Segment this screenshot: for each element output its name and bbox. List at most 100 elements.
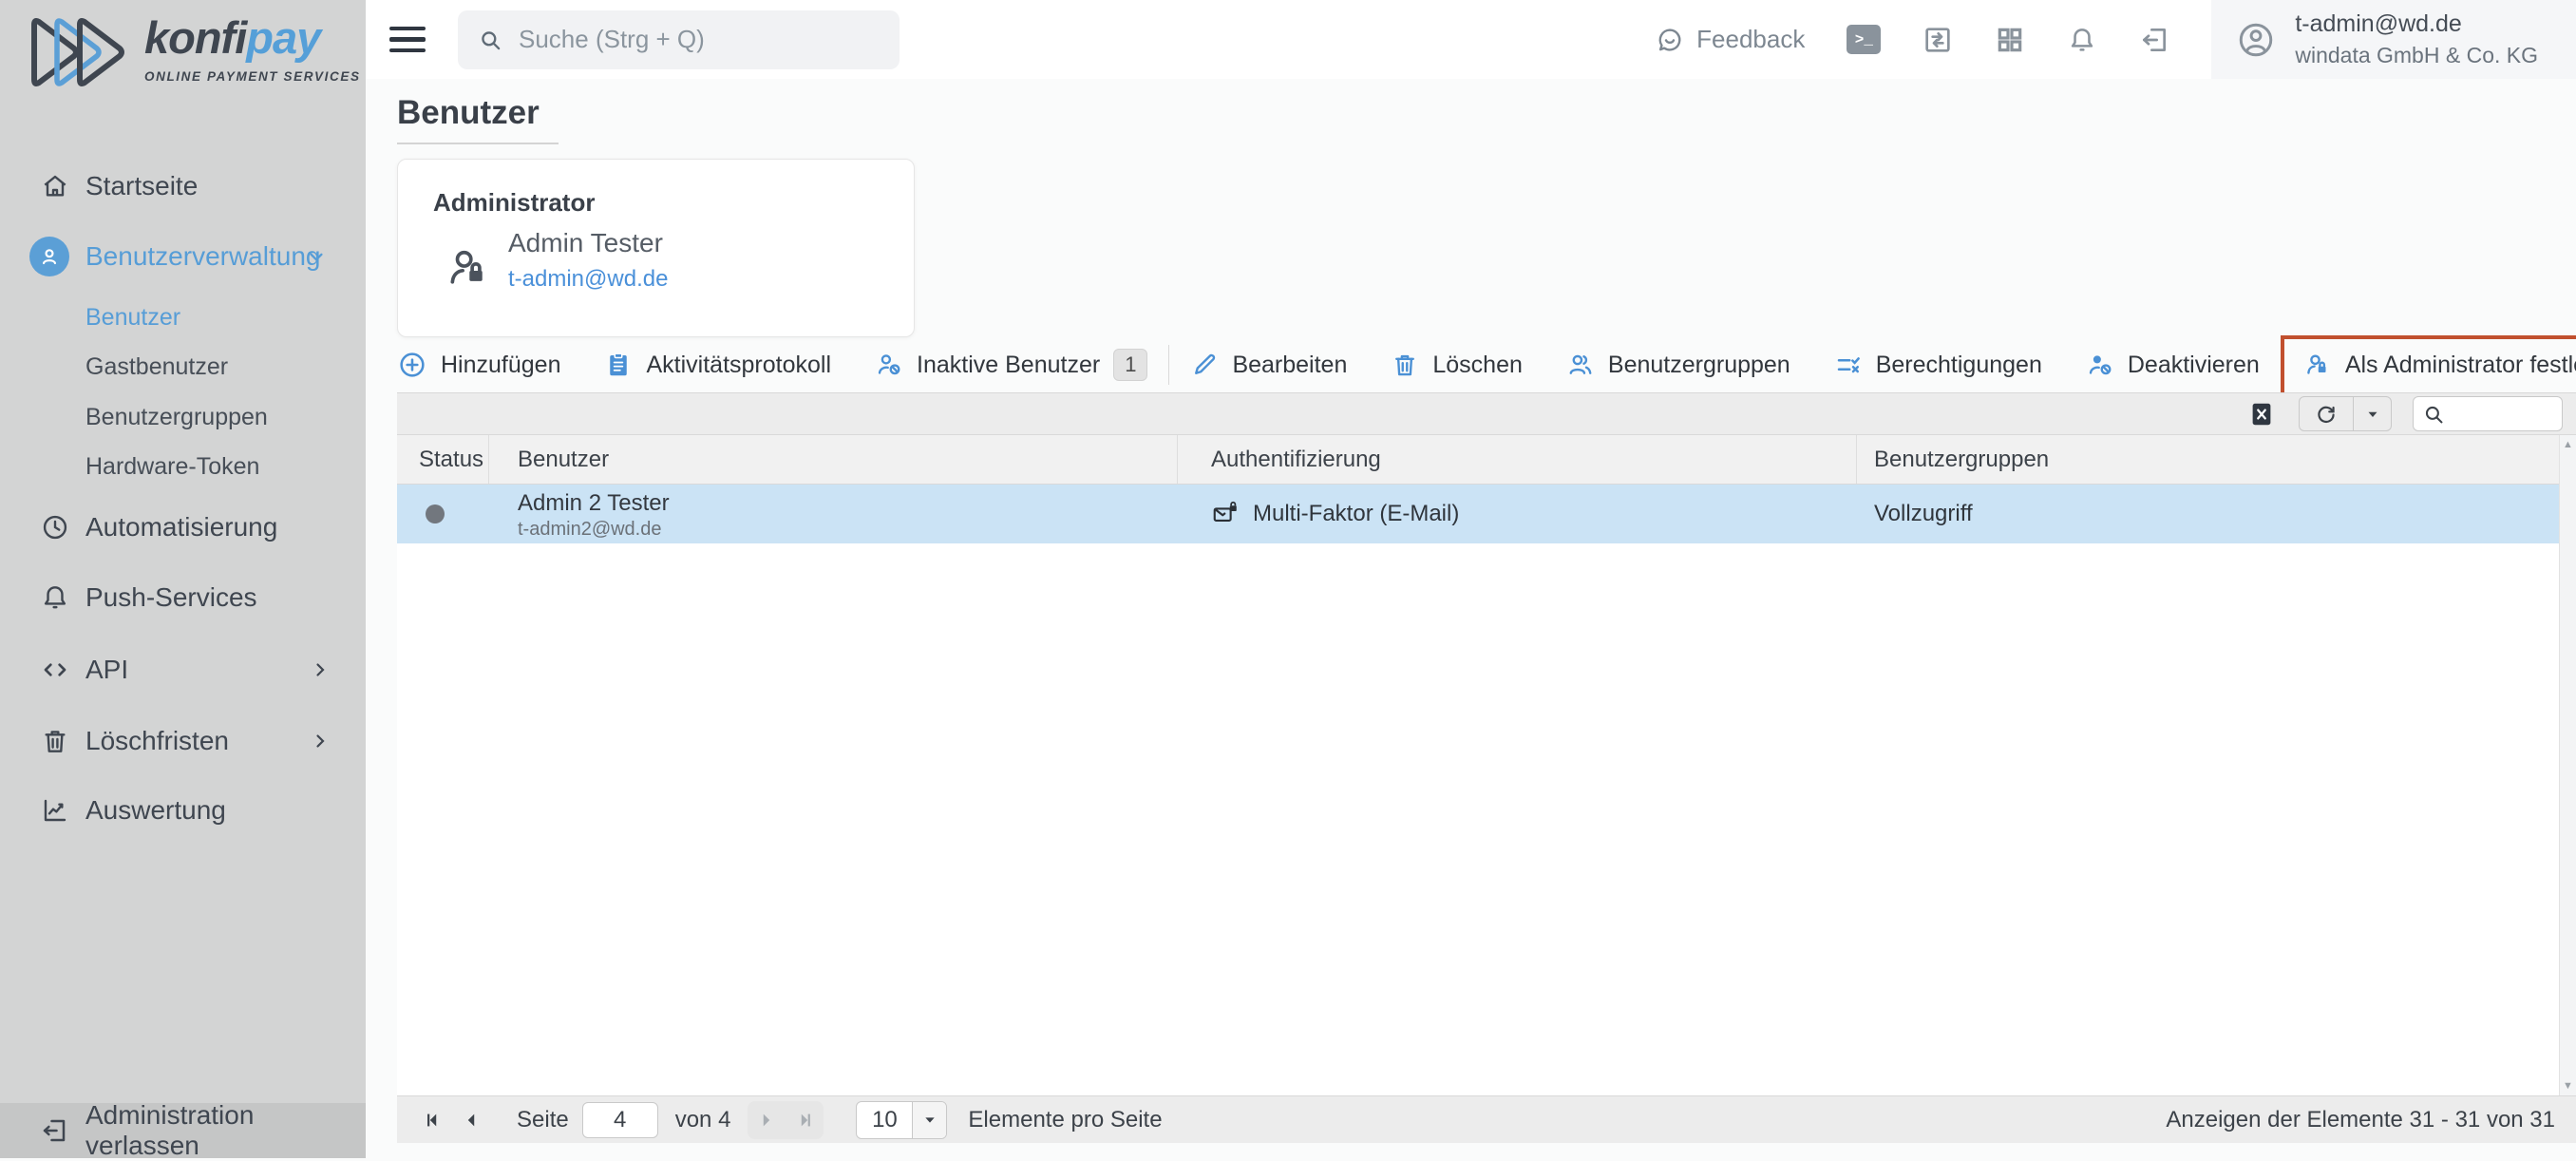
main-content: Benutzer Administrator Admin Tester t-ad… xyxy=(366,79,2576,1158)
global-search-input[interactable] xyxy=(519,25,861,54)
brand-tagline: ONLINE PAYMENT SERVICES xyxy=(144,69,361,84)
user-management-icon xyxy=(29,237,69,276)
code-icon xyxy=(40,655,70,685)
sidebar-item-auswertung[interactable]: Auswertung xyxy=(0,784,366,837)
person-lock-icon xyxy=(444,243,493,293)
user-account-menu[interactable]: t-admin@wd.de windata GmbH & Co. KG xyxy=(2211,0,2576,79)
leave-administration-button[interactable]: Administration verlassen xyxy=(0,1103,366,1158)
brand-logo[interactable]: konfipay ONLINE PAYMENT SERVICES xyxy=(25,11,361,93)
sidebar-item-automatisierung[interactable]: Automatisierung xyxy=(0,501,366,554)
excel-export-icon[interactable] xyxy=(2247,400,2276,428)
window-transfer-icon[interactable] xyxy=(1923,25,1953,55)
set-as-administrator-button[interactable]: Als Administrator festlegen xyxy=(2303,351,2576,379)
refresh-button[interactable] xyxy=(2300,397,2353,430)
next-page-button-disabled[interactable] xyxy=(748,1101,786,1139)
chevron-right-icon xyxy=(309,658,331,681)
page-title: Benutzer xyxy=(397,94,540,132)
page-label: Seite xyxy=(517,1107,569,1133)
sidebar-item-api[interactable]: API xyxy=(0,643,366,696)
refresh-options-dropdown[interactable] xyxy=(2353,397,2391,430)
grid-toolbar xyxy=(397,392,2576,435)
topbar: Feedback >_ xyxy=(366,0,2576,79)
clock-icon xyxy=(40,512,70,542)
search-icon xyxy=(477,27,503,53)
last-page-button-disabled[interactable] xyxy=(786,1101,824,1139)
scroll-up-icon[interactable]: ▲ xyxy=(2563,439,2573,450)
chevron-right-icon xyxy=(309,730,331,752)
edit-button[interactable]: Bearbeiten xyxy=(1190,351,1347,379)
users-grid: Status Benutzer Authentifizierung Benutz… xyxy=(397,392,2576,1143)
notifications-bell-icon[interactable] xyxy=(2067,25,2097,55)
table-row-selected[interactable]: Admin 2 Tester t-admin2@wd.de Multi-Fakt… xyxy=(397,485,2559,543)
logout-icon[interactable] xyxy=(2139,25,2169,55)
sidebar-item-benutzer[interactable]: Benutzer xyxy=(0,297,366,337)
sidebar-item-startseite[interactable]: Startseite xyxy=(0,160,366,213)
apps-grid-icon[interactable] xyxy=(1995,25,2025,55)
administrator-name: Admin Tester xyxy=(508,228,663,258)
global-search[interactable] xyxy=(458,10,900,69)
brand-name: konfipay xyxy=(144,11,361,64)
person-lock-icon xyxy=(2303,351,2332,379)
vertical-scrollbar[interactable]: ▲ ▼ xyxy=(2559,435,2576,1095)
pencil-icon xyxy=(1190,351,1219,379)
person-slash-icon xyxy=(875,351,903,379)
sidebar-item-benutzergruppen[interactable]: Benutzergruppen xyxy=(0,397,366,437)
konfipay-logo-icon xyxy=(25,11,131,93)
administrator-email-link[interactable]: t-admin@wd.de xyxy=(508,266,668,293)
people-icon xyxy=(1566,351,1595,379)
page-size-caret-icon[interactable] xyxy=(912,1102,946,1138)
column-header-benutzer[interactable]: Benutzer xyxy=(489,435,1178,484)
mail-lock-icon xyxy=(1211,500,1240,528)
permissions-button[interactable]: Berechtigungen xyxy=(1834,351,2042,379)
column-header-authentifizierung[interactable]: Authentifizierung xyxy=(1178,435,1857,484)
row-user-groups: Vollzugriff xyxy=(1874,501,1973,527)
inactive-users-button[interactable]: Inaktive Benutzer 1 xyxy=(875,349,1147,381)
page-number-input[interactable] xyxy=(582,1102,658,1138)
first-page-button[interactable] xyxy=(414,1101,452,1139)
per-page-label: Elemente pro Seite xyxy=(968,1107,1162,1133)
feedback-button[interactable]: Feedback xyxy=(1655,25,1805,55)
user-groups-button[interactable]: Benutzergruppen xyxy=(1566,351,1790,379)
page-size-value: 10 xyxy=(857,1102,912,1138)
row-auth-method: Multi-Faktor (E-Mail) xyxy=(1253,501,1459,527)
sidebar-item-gastbenutzer[interactable]: Gastbenutzer xyxy=(0,347,366,387)
plus-circle-icon xyxy=(397,350,427,380)
user-email: t-admin@wd.de xyxy=(2295,9,2538,41)
row-user-name: Admin 2 Tester xyxy=(518,489,670,518)
trash-icon xyxy=(1391,351,1419,379)
sidebar-item-benutzerverwaltung[interactable]: Benutzerverwaltung xyxy=(0,230,366,283)
sidebar: konfipay ONLINE PAYMENT SERVICES Startse… xyxy=(0,0,366,1158)
menu-toggle-button[interactable] xyxy=(389,20,426,60)
column-header-benutzergruppen[interactable]: Benutzergruppen xyxy=(1857,435,2559,484)
bell-icon xyxy=(40,582,70,613)
column-header-status[interactable]: Status xyxy=(397,435,489,484)
delete-button[interactable]: Löschen xyxy=(1391,351,1523,379)
grid-search-input[interactable] xyxy=(2446,402,2550,427)
grid-search[interactable] xyxy=(2413,396,2563,431)
toolbar-divider xyxy=(1168,345,1169,385)
previous-page-button[interactable] xyxy=(452,1101,490,1139)
page-count-label: von 4 xyxy=(675,1107,731,1133)
pager-summary: Anzeigen der Elemente 31 - 31 von 31 xyxy=(2166,1107,2555,1133)
pager-bar: Seite von 4 10 Elemente pro Seite Anzeig… xyxy=(397,1095,2576,1143)
add-button[interactable]: Hinzufügen xyxy=(397,350,560,380)
sidebar-item-loeschfristen[interactable]: Löschfristen xyxy=(0,714,366,768)
page-size-select[interactable]: 10 xyxy=(856,1101,947,1139)
grid-empty-area xyxy=(397,543,2559,1095)
administrator-card: Administrator Admin Tester t-admin@wd.de xyxy=(397,159,915,337)
search-icon xyxy=(2421,402,2446,427)
title-underline xyxy=(397,143,559,144)
exit-icon xyxy=(40,1116,68,1145)
row-user-email: t-admin2@wd.de xyxy=(518,518,670,542)
action-toolbar: Hinzufügen Aktivitätsprotokoll Inaktive … xyxy=(397,337,2567,392)
activity-log-button[interactable]: Aktivitätsprotokoll xyxy=(604,351,831,379)
terminal-icon[interactable]: >_ xyxy=(1847,25,1881,54)
deactivate-button[interactable]: Deaktivieren xyxy=(2086,351,2260,379)
sidebar-item-push-services[interactable]: Push-Services xyxy=(0,571,366,624)
grid-header-row: Status Benutzer Authentifizierung Benutz… xyxy=(397,435,2559,485)
sidebar-item-hardware-token[interactable]: Hardware-Token xyxy=(0,447,366,486)
inactive-users-count-badge: 1 xyxy=(1113,349,1147,381)
administrator-card-title: Administrator xyxy=(433,188,595,218)
home-icon xyxy=(40,171,70,201)
scroll-down-icon[interactable]: ▼ xyxy=(2563,1080,2573,1092)
